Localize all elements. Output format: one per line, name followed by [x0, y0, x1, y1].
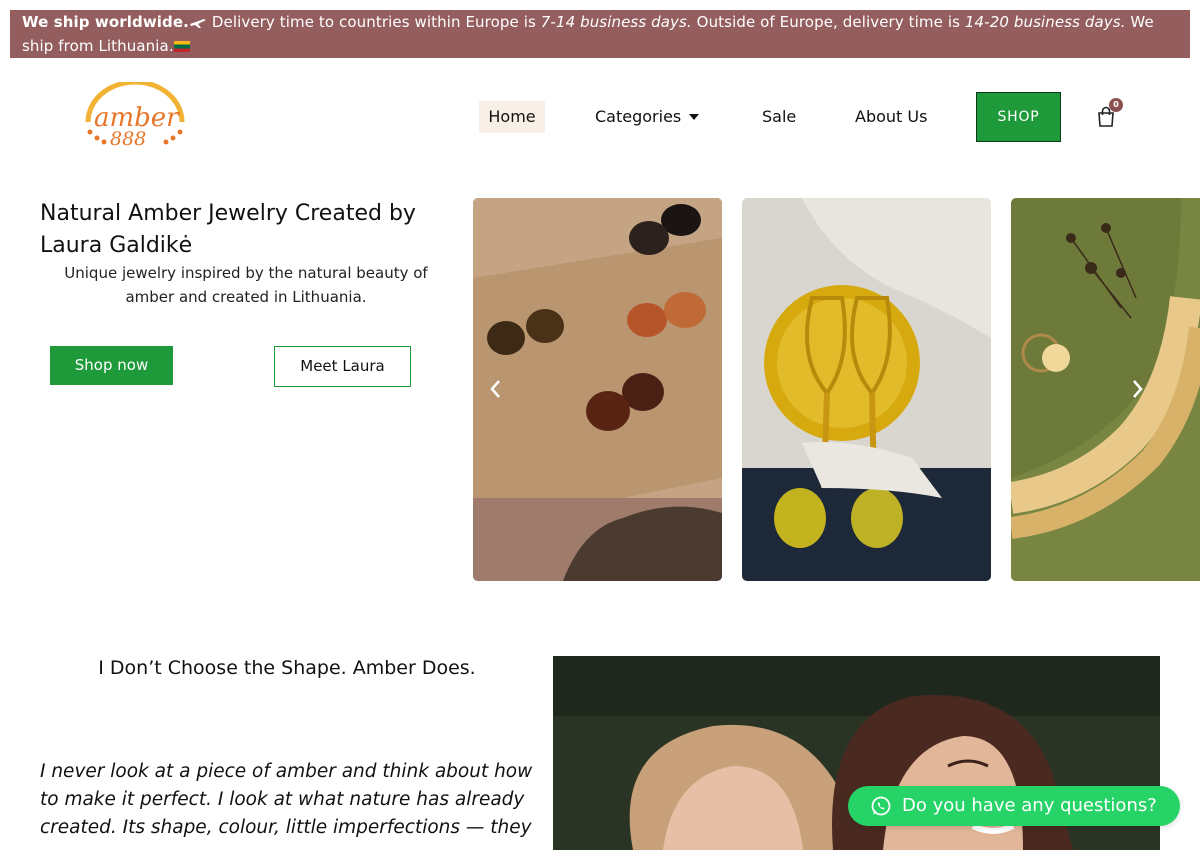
hero-title: Natural Amber Jewelry Created by Laura G…: [40, 201, 416, 258]
announcement-eu-time: 7-14 business days.: [540, 13, 692, 31]
shop-now-button[interactable]: Shop now: [50, 346, 173, 385]
svg-text:888: 888: [110, 128, 146, 150]
amber-earrings-image: [742, 198, 991, 581]
nav-home[interactable]: Home: [479, 101, 545, 133]
story-quote: I never look at a piece of amber and thi…: [40, 761, 533, 838]
plane-icon: [189, 19, 206, 28]
lithuania-flag-icon: [173, 41, 190, 52]
nav-categories[interactable]: Categories: [595, 101, 700, 133]
amber-888-logo[interactable]: amber 888: [80, 82, 190, 154]
carousel-slide-amber-earrings[interactable]: [742, 198, 991, 581]
chevron-down-icon: [689, 114, 700, 120]
nav-about-us[interactable]: About Us: [855, 101, 927, 133]
story-title: I Don’t Choose the Shape. Amber Does.: [98, 657, 476, 679]
announcement-text-1: Delivery time to countries within Europe…: [206, 13, 541, 31]
chat-label: Do you have any questions?: [902, 795, 1157, 816]
announcement-bar: We ship worldwide. Delivery time to coun…: [10, 10, 1190, 58]
chevron-left-icon[interactable]: [484, 375, 508, 403]
whatsapp-chat-button[interactable]: Do you have any questions?: [848, 786, 1180, 826]
site-header: amber 888 Home Categories Sale About Us …: [0, 58, 1200, 178]
meet-laura-button[interactable]: Meet Laura: [274, 346, 411, 387]
carousel-slide-amber-buttons[interactable]: [473, 198, 722, 581]
carousel-slide-amber-necklace[interactable]: [1011, 198, 1200, 581]
nav-sale[interactable]: Sale: [762, 101, 796, 133]
amber-necklace-image: [1011, 198, 1200, 581]
chevron-right-icon[interactable]: [1125, 375, 1149, 403]
hero-subtitle: Unique jewelry inspired by the natural b…: [64, 264, 428, 306]
announcement-bold: We ship worldwide.: [22, 13, 189, 31]
whatsapp-icon: [871, 796, 891, 816]
announcement-world-time: 14-20 business days.: [964, 13, 1126, 31]
cart-count-badge: 0: [1109, 98, 1123, 112]
nav-categories-label: Categories: [595, 107, 682, 126]
announcement-text-2: Outside of Europe, delivery time is: [691, 13, 965, 31]
amber-buttons-image: [473, 198, 722, 581]
shop-button[interactable]: SHOP: [976, 92, 1061, 142]
